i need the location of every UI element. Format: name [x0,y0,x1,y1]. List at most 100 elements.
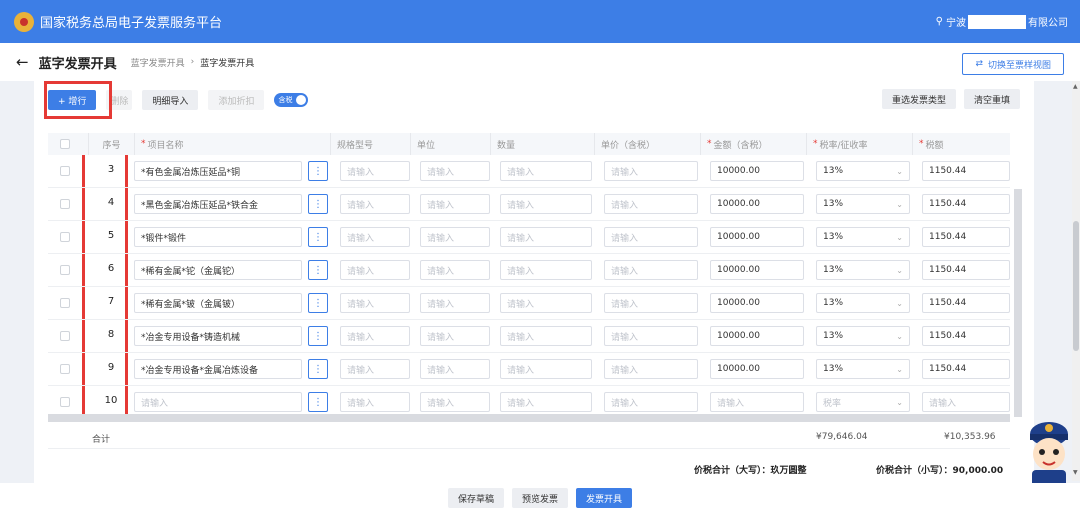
breadcrumb-item[interactable]: 蓝字发票开具 [131,56,185,69]
row-checkbox[interactable] [60,199,70,209]
item-name-input[interactable]: *冶金专用设备*金属冶炼设备 [134,359,302,379]
amount-input[interactable]: 10000.00 [710,227,804,247]
quantity-input[interactable]: 请输入 [500,359,592,379]
unit-price-input[interactable]: 请输入 [604,227,698,247]
quantity-input[interactable]: 请输入 [500,293,592,313]
preview-invoice-button[interactable]: 预览发票 [511,488,568,508]
more-options-icon[interactable]: ⋮ [308,293,328,313]
unit-input[interactable]: 请输入 [420,359,490,379]
tax-input[interactable]: 请输入 [922,392,1010,412]
tax-rate-select[interactable]: 13% ⌄ [816,161,910,181]
quantity-input[interactable]: 请输入 [500,161,592,181]
unit-input[interactable]: 请输入 [420,392,490,412]
unit-price-input[interactable]: 请输入 [604,326,698,346]
quantity-input[interactable]: 请输入 [500,392,592,412]
unit-price-input[interactable]: 请输入 [604,260,698,280]
more-options-icon[interactable]: ⋮ [308,392,328,412]
scroll-up-icon[interactable]: ▲ [1073,83,1078,90]
save-draft-button[interactable]: 保存草稿 [447,488,504,508]
scroll-down-icon[interactable]: ▼ [1073,469,1078,476]
amount-input[interactable]: 10000.00 [710,260,804,280]
tax-rate-select[interactable]: 13% ⌄ [816,326,910,346]
spec-input[interactable]: 请输入 [340,227,410,247]
row-seq: 10 [104,395,118,406]
tax-rate-select[interactable]: 税率 ⌄ [816,392,910,412]
amount-input[interactable]: 请输入 [710,392,804,412]
amount-input[interactable]: 10000.00 [710,359,804,379]
amount-input[interactable]: 10000.00 [710,161,804,181]
import-detail-button[interactable]: 明细导入 [142,90,199,110]
more-options-icon[interactable]: ⋮ [308,260,328,280]
unit-price-input[interactable]: 请输入 [604,392,698,412]
tax-rate-select[interactable]: 13% ⌄ [816,359,910,379]
spec-input[interactable]: 请输入 [340,161,410,181]
row-checkbox[interactable] [60,298,70,308]
tax-rate-select[interactable]: 13% ⌄ [816,260,910,280]
tax-input[interactable]: 1150.44 [922,260,1010,280]
unit-input[interactable]: 请输入 [420,227,490,247]
select-all-checkbox[interactable] [60,139,70,149]
issue-invoice-button[interactable]: 发票开具 [576,488,633,508]
table-vertical-scrollbar[interactable] [1014,189,1022,417]
user-menu[interactable]: ⚲ 宁波 有限公司 [936,14,1068,29]
item-name-input[interactable]: *稀有金属*铍（金属铍） [134,293,302,313]
tax-input[interactable]: 1150.44 [922,293,1010,313]
tax-input[interactable]: 1150.44 [922,359,1010,379]
item-name-input[interactable]: *锻件*锻件 [134,227,302,247]
spec-input[interactable]: 请输入 [340,194,410,214]
item-name-input[interactable]: *稀有金属*铊（金属铊） [134,260,302,280]
amount-input[interactable]: 10000.00 [710,326,804,346]
tax-included-toggle[interactable]: 含税 [274,93,309,107]
more-options-icon[interactable]: ⋮ [308,161,328,181]
table-horizontal-scrollbar[interactable] [48,414,1010,422]
amount-input[interactable]: 10000.00 [710,293,804,313]
tax-rate-select[interactable]: 13% ⌄ [816,227,910,247]
tax-rate-select[interactable]: 13% ⌄ [816,293,910,313]
unit-input[interactable]: 请输入 [420,326,490,346]
tax-input[interactable]: 1150.44 [922,227,1010,247]
switch-view-button[interactable]: ⇄ 切换至票样视图 [962,53,1064,75]
item-name-input[interactable]: 请输入 [134,392,302,412]
item-name-input[interactable]: *冶金专用设备*铸造机械 [134,326,302,346]
row-checkbox[interactable] [60,265,70,275]
spec-input[interactable]: 请输入 [340,293,410,313]
page-scrollbar[interactable]: ▲ ▼ [1072,81,1080,481]
row-checkbox[interactable] [60,232,70,242]
unit-price-input[interactable]: 请输入 [604,293,698,313]
tax-input[interactable]: 1150.44 [922,161,1010,181]
back-arrow-icon[interactable]: ← [16,53,29,71]
item-name-input[interactable]: *有色金属冶炼压延品*铜 [134,161,302,181]
amount-input[interactable]: 10000.00 [710,194,804,214]
row-checkbox[interactable] [60,364,70,374]
more-options-icon[interactable]: ⋮ [308,227,328,247]
more-options-icon[interactable]: ⋮ [308,359,328,379]
more-options-icon[interactable]: ⋮ [308,326,328,346]
spec-input[interactable]: 请输入 [340,359,410,379]
add-discount-button[interactable]: 添加折扣 [208,90,265,110]
tax-rate-select[interactable]: 13% ⌄ [816,194,910,214]
unit-input[interactable]: 请输入 [420,260,490,280]
row-checkbox[interactable] [60,397,70,407]
quantity-input[interactable]: 请输入 [500,326,592,346]
unit-price-input[interactable]: 请输入 [604,194,698,214]
row-checkbox[interactable] [60,166,70,176]
unit-price-input[interactable]: 请输入 [604,161,698,181]
unit-input[interactable]: 请输入 [420,194,490,214]
clear-refill-button[interactable]: 清空重填 [963,89,1020,109]
spec-input[interactable]: 请输入 [340,392,410,412]
spec-input[interactable]: 请输入 [340,326,410,346]
quantity-input[interactable]: 请输入 [500,227,592,247]
reselect-invoice-type-button[interactable]: 重选发票类型 [881,89,956,109]
row-checkbox[interactable] [60,331,70,341]
unit-input[interactable]: 请输入 [420,293,490,313]
item-name-input[interactable]: *黑色金属冶炼压延品*铁合金 [134,194,302,214]
unit-price-input[interactable]: 请输入 [604,359,698,379]
spec-input[interactable]: 请输入 [340,260,410,280]
quantity-input[interactable]: 请输入 [500,260,592,280]
scrollbar-thumb[interactable] [1073,221,1079,351]
tax-input[interactable]: 1150.44 [922,194,1010,214]
unit-input[interactable]: 请输入 [420,161,490,181]
more-options-icon[interactable]: ⋮ [308,194,328,214]
tax-input[interactable]: 1150.44 [922,326,1010,346]
quantity-input[interactable]: 请输入 [500,194,592,214]
